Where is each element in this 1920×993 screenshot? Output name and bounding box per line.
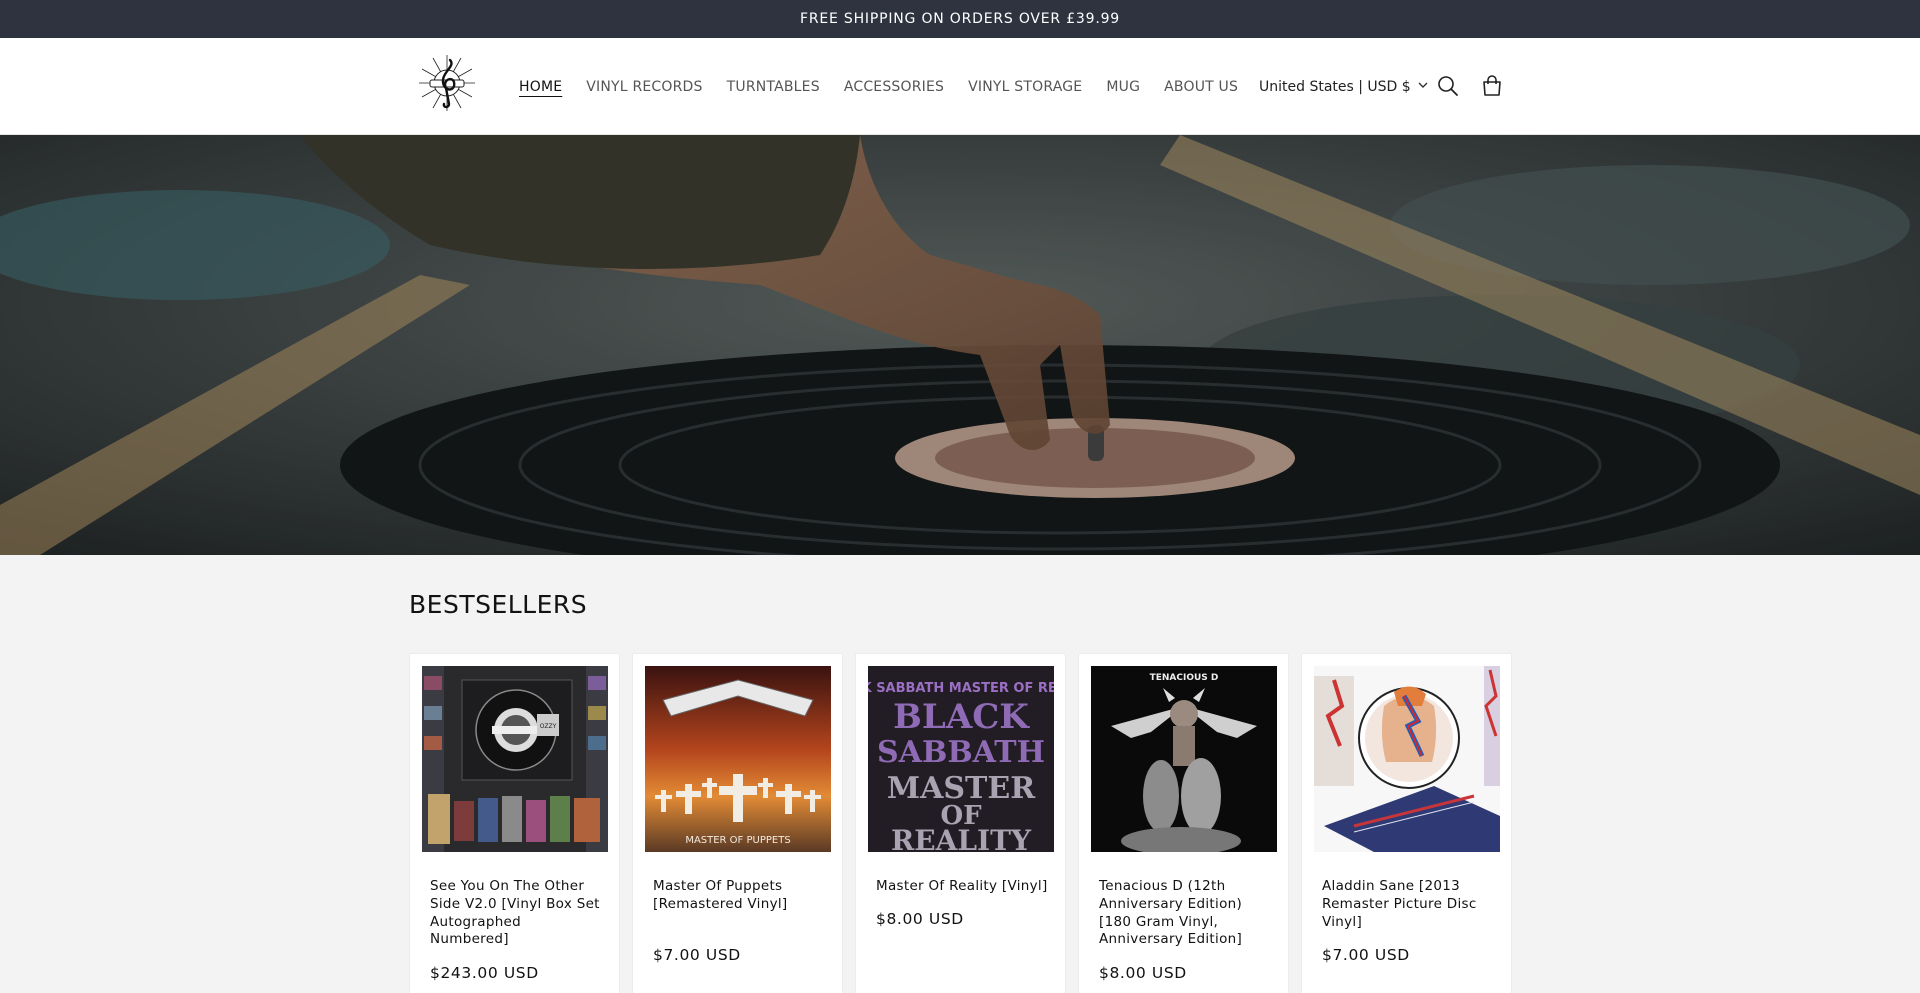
product-card[interactable]: TENACIOUS D Tenacious D (12th Anniversar…	[1078, 653, 1289, 993]
product-price: $7.00 USD	[1322, 946, 1410, 964]
product-price: $8.00 USD	[1099, 964, 1187, 982]
nav-vinyl-records[interactable]: VINYL RECORDS	[586, 79, 702, 95]
product-price: $243.00 USD	[430, 964, 539, 982]
product-price: $7.00 USD	[653, 946, 741, 964]
product-cover-text: TENACIOUS D	[1150, 673, 1219, 683]
announcement-bar: FREE SHIPPING ON ORDERS OVER £39.99	[0, 0, 1920, 38]
product-title[interactable]: Master Of Reality [Vinyl]	[876, 878, 1048, 896]
country-label: United States | USD $	[1259, 78, 1411, 95]
product-price: $8.00 USD	[876, 910, 964, 928]
product-cover-text: OZZY	[540, 723, 557, 730]
product-title[interactable]: Aladdin Sane [2013 Remaster Picture Disc…	[1322, 878, 1494, 931]
announcement-text: FREE SHIPPING ON ORDERS OVER £39.99	[800, 11, 1120, 27]
country-selector[interactable]: United States | USD $	[1259, 38, 1429, 135]
product-card[interactable]: Aladdin Sane [2013 Remaster Picture Disc…	[1301, 653, 1512, 993]
product-image[interactable]: BLACK SABBATH MASTER OF REALITY BLACK SA…	[868, 666, 1054, 852]
product-title[interactable]: Tenacious D (12th Anniversary Edition) […	[1099, 878, 1271, 949]
product-image[interactable]: OZZY	[422, 666, 608, 852]
product-cover-text: MASTER OF PUPPETS	[685, 835, 790, 846]
product-grid: OZZY See You On The Other Side V2.0 [Vin…	[409, 653, 1512, 993]
site-header: HOME VINYL RECORDS TURNTABLES ACCESSORIE…	[0, 38, 1920, 135]
chevron-down-icon	[1417, 79, 1429, 95]
product-title[interactable]: Master Of Puppets [Remastered Vinyl]	[653, 878, 825, 914]
nav-home[interactable]: HOME	[519, 79, 562, 95]
product-image[interactable]: MASTER OF PUPPETS	[645, 666, 831, 852]
product-cover-text: BLACK SABBATH MASTER OF REALITY	[868, 681, 1054, 696]
nav-vinyl-storage[interactable]: VINYL STORAGE	[968, 79, 1082, 95]
nav-about-us[interactable]: ABOUT US	[1164, 79, 1238, 95]
nav-mug[interactable]: MUG	[1106, 79, 1140, 95]
cart-icon[interactable]	[1479, 73, 1505, 99]
search-icon[interactable]	[1435, 73, 1461, 99]
product-card[interactable]: MASTER OF PUPPETS Master Of Puppets [Rem…	[632, 653, 843, 993]
hero-banner	[0, 135, 1920, 555]
product-image[interactable]: TENACIOUS D	[1091, 666, 1277, 852]
store-logo[interactable]	[416, 52, 478, 114]
product-image[interactable]	[1314, 666, 1500, 852]
product-card[interactable]: OZZY See You On The Other Side V2.0 [Vin…	[409, 653, 620, 993]
product-card[interactable]: BLACK SABBATH MASTER OF REALITY BLACK SA…	[855, 653, 1066, 993]
svg-text:SABBATH: SABBATH	[877, 735, 1045, 770]
hero-turntable-image	[0, 135, 1920, 555]
svg-text:BLACK: BLACK	[893, 697, 1030, 737]
nav-accessories[interactable]: ACCESSORIES	[844, 79, 944, 95]
nav-turntables[interactable]: TURNTABLES	[727, 79, 820, 95]
svg-text:REALITY: REALITY	[891, 824, 1032, 852]
bestsellers-heading: BESTSELLERS	[409, 590, 588, 619]
main-nav: HOME VINYL RECORDS TURNTABLES ACCESSORIE…	[519, 38, 1238, 135]
product-title[interactable]: See You On The Other Side V2.0 [Vinyl Bo…	[430, 878, 602, 949]
